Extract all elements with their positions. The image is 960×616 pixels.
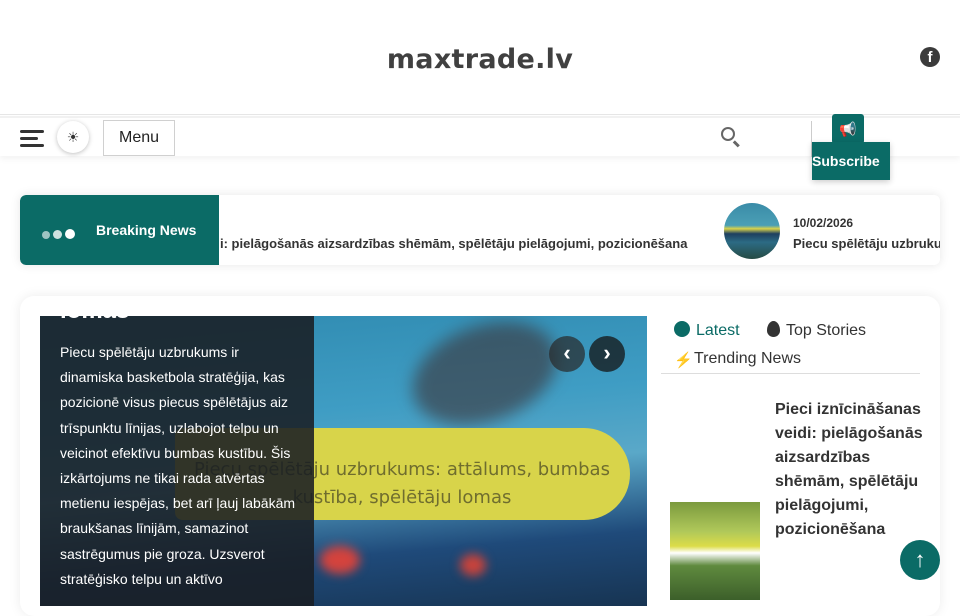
menu-button[interactable]: Menu — [103, 120, 175, 156]
featured-slider[interactable]: Piecu spēlētāju uzbrukums: attālums, bum… — [40, 316, 647, 606]
breaking-news-label-box: Breaking News — [20, 195, 219, 265]
chevron-left-icon[interactable]: ‹ — [549, 336, 585, 372]
clock-icon — [674, 321, 690, 337]
slide-text-overlay: Piecu spēlētāju uzbrukums ir dinamiska b… — [40, 316, 314, 606]
slide-image-detail — [460, 554, 486, 576]
ticker-item-title[interactable]: Piecu spēlētāju uzbrukums: attālums, bum… — [793, 236, 940, 251]
hamburger-icon[interactable] — [20, 130, 44, 147]
sidebar-tabs: Latest Top Stories ⚡Trending News — [661, 316, 920, 374]
ticker-item-title[interactable]: i: pielāgošanās aizsardzības shēmām, spē… — [220, 236, 687, 251]
tab-top-stories[interactable]: Top Stories — [767, 321, 866, 340]
breaking-news-ticker: Breaking News i: pielāgošanās aizsardzīb… — [20, 195, 940, 265]
subscribe-button[interactable]: Subscribe — [812, 142, 890, 180]
slide-image-detail — [320, 546, 360, 574]
slide-description: Piecu spēlētāju uzbrukums ir dinamiska b… — [60, 344, 296, 587]
megaphone-icon[interactable]: 📢 — [832, 114, 864, 144]
ticker-item-thumbnail[interactable] — [724, 203, 780, 259]
fire-icon — [767, 321, 780, 337]
slide-heading[interactable]: lomas — [60, 297, 129, 325]
bolt-icon: ⚡ — [674, 352, 693, 369]
sun-icon[interactable]: ☀ — [57, 121, 89, 153]
facebook-icon[interactable]: f — [920, 47, 940, 67]
dots-icon — [42, 226, 78, 244]
tab-trending-news[interactable]: ⚡Trending News — [674, 350, 802, 369]
tab-label: Trending News — [694, 350, 802, 367]
search-icon[interactable] — [719, 125, 743, 149]
slide-image-figure — [398, 316, 572, 444]
ticker-item-date: 10/02/2026 — [793, 216, 854, 230]
sidebar-item-thumbnail[interactable] — [670, 502, 760, 600]
tab-latest[interactable]: Latest — [674, 321, 740, 340]
tab-label: Top Stories — [786, 322, 867, 339]
arrow-up-icon[interactable]: ↑ — [900, 540, 940, 580]
site-header: maxtrade.lv f — [0, 0, 960, 115]
site-title[interactable]: maxtrade.lv — [0, 44, 960, 75]
sidebar-item-title[interactable]: Pieci iznīcināšanas veidi: pielāgošanās … — [775, 398, 925, 542]
chevron-right-icon[interactable]: › — [589, 336, 625, 372]
navbar: ☀ Menu 📢 Subscribe — [0, 114, 960, 180]
tab-label: Latest — [696, 322, 740, 339]
breaking-news-title: Breaking News — [96, 222, 197, 238]
